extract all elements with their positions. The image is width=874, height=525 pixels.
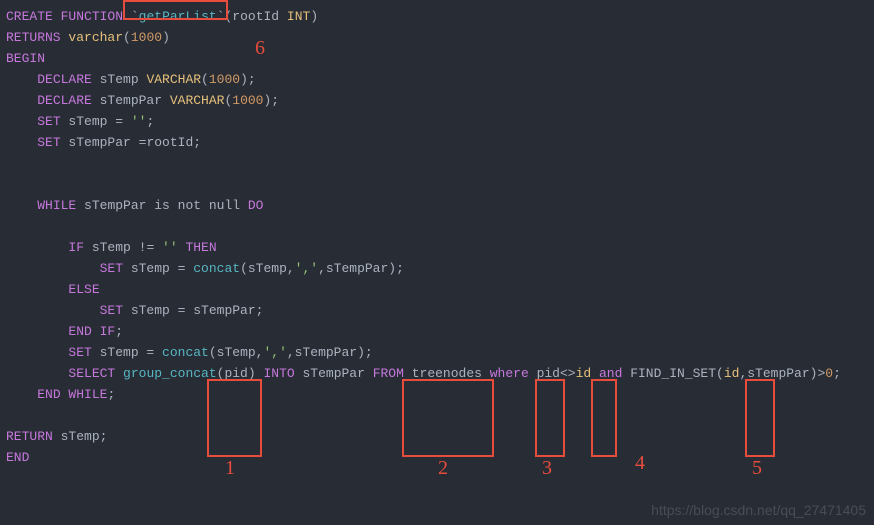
watermark: https://blog.csdn.net/qq_27471405 bbox=[651, 500, 866, 521]
kw-create: CREATE bbox=[6, 9, 53, 24]
func-name: getParList bbox=[139, 9, 217, 24]
kw-function: FUNCTION bbox=[61, 9, 123, 24]
code-block: CREATE FUNCTION `getParList`(rootId INT)… bbox=[6, 6, 868, 468]
